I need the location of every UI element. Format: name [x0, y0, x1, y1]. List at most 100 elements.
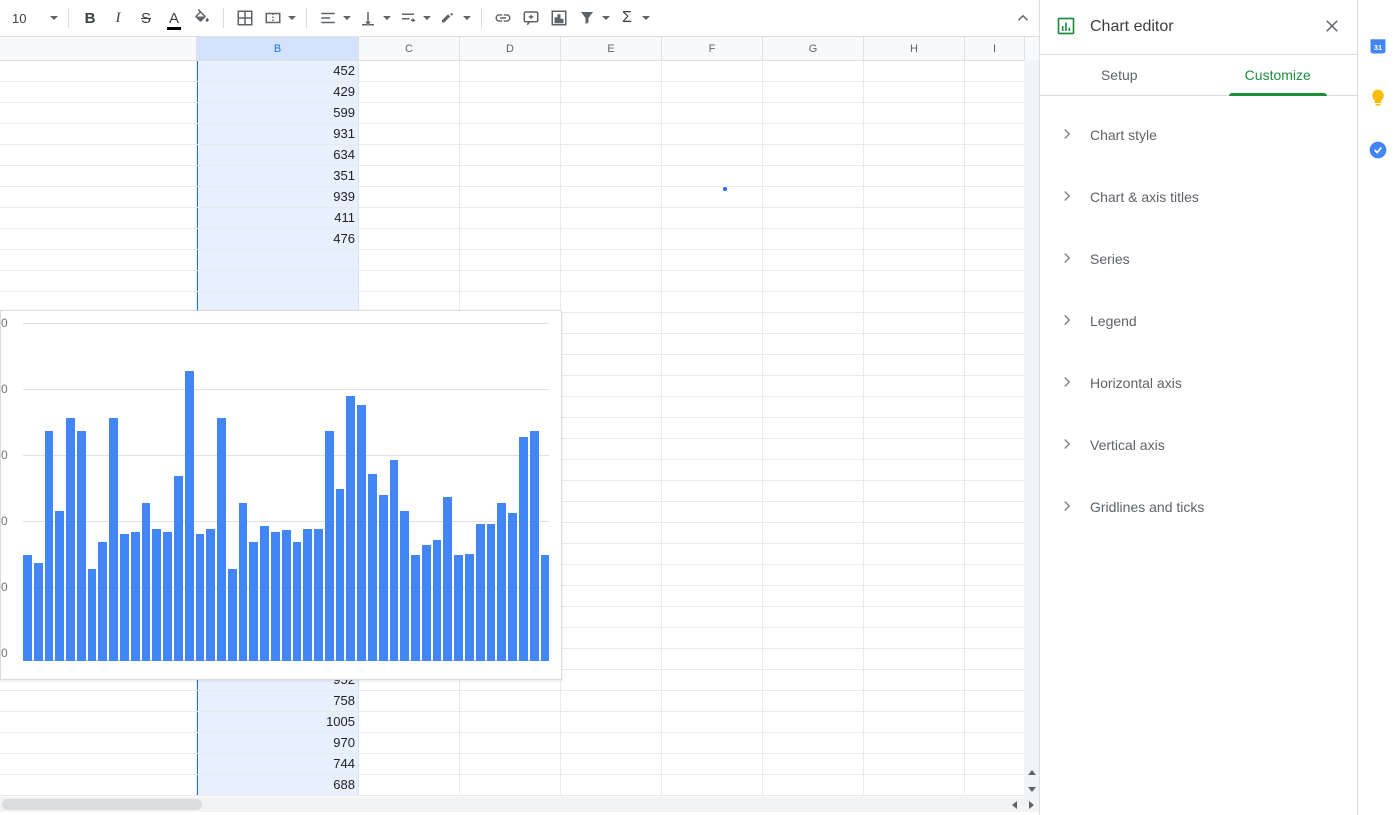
cell[interactable] — [662, 586, 763, 606]
cell[interactable] — [965, 691, 1025, 711]
cell[interactable] — [965, 586, 1025, 606]
functions-button[interactable]: Σ — [614, 5, 640, 31]
cell[interactable] — [864, 460, 965, 480]
cell[interactable] — [662, 334, 763, 354]
cell[interactable] — [561, 208, 662, 228]
cell[interactable] — [763, 355, 864, 375]
cell[interactable] — [359, 145, 460, 165]
hscroll-thumb[interactable] — [2, 799, 202, 810]
fillcolor-button[interactable] — [189, 5, 215, 31]
cell[interactable]: 351 — [197, 166, 359, 186]
scroll-down-icon[interactable] — [1024, 781, 1039, 797]
col-header-h[interactable]: H — [864, 37, 965, 60]
cell[interactable] — [561, 523, 662, 543]
cell[interactable] — [763, 418, 864, 438]
cell[interactable] — [864, 271, 965, 291]
cell[interactable]: 758 — [197, 691, 359, 711]
cell[interactable] — [0, 82, 197, 102]
cell[interactable] — [460, 271, 561, 291]
cell[interactable] — [662, 124, 763, 144]
cell[interactable] — [864, 355, 965, 375]
cell[interactable] — [561, 691, 662, 711]
cell[interactable] — [460, 250, 561, 270]
cell[interactable] — [561, 712, 662, 732]
cell[interactable] — [763, 670, 864, 690]
functions-dropdown[interactable] — [642, 13, 652, 23]
cell[interactable] — [561, 754, 662, 774]
cell[interactable] — [662, 271, 763, 291]
cell[interactable] — [864, 124, 965, 144]
cell[interactable] — [864, 313, 965, 333]
cell[interactable] — [561, 607, 662, 627]
cell[interactable] — [864, 61, 965, 81]
cell[interactable] — [561, 460, 662, 480]
cell[interactable] — [864, 670, 965, 690]
rotate-dropdown[interactable] — [463, 13, 473, 23]
cell[interactable] — [460, 145, 561, 165]
cell[interactable] — [662, 670, 763, 690]
cell[interactable] — [763, 61, 864, 81]
cell[interactable] — [965, 439, 1025, 459]
link-button[interactable] — [490, 5, 516, 31]
italic-button[interactable]: I — [105, 5, 131, 31]
cell[interactable] — [460, 292, 561, 312]
cell[interactable] — [662, 166, 763, 186]
cell[interactable]: 688 — [197, 775, 359, 795]
cell[interactable]: 744 — [197, 754, 359, 774]
cell[interactable] — [0, 187, 197, 207]
cell[interactable] — [359, 775, 460, 795]
cell[interactable] — [763, 649, 864, 669]
cell[interactable] — [763, 607, 864, 627]
cell[interactable] — [460, 229, 561, 249]
cell[interactable] — [460, 712, 561, 732]
col-header-g[interactable]: G — [763, 37, 864, 60]
wrap-button[interactable] — [395, 5, 421, 31]
cell[interactable] — [965, 460, 1025, 480]
cell[interactable] — [864, 523, 965, 543]
cell[interactable] — [561, 229, 662, 249]
cell[interactable] — [864, 439, 965, 459]
cell[interactable]: 476 — [197, 229, 359, 249]
accordion-gridlines-and-ticks[interactable]: Gridlines and ticks — [1040, 476, 1357, 538]
cell[interactable] — [561, 586, 662, 606]
cell[interactable] — [864, 691, 965, 711]
cell[interactable] — [561, 250, 662, 270]
cell[interactable] — [359, 754, 460, 774]
spreadsheet-grid[interactable]: BCDEFGHI 4524295999316343519394114764504… — [0, 36, 1039, 797]
cell[interactable] — [965, 145, 1025, 165]
cell[interactable] — [662, 502, 763, 522]
cell[interactable] — [965, 628, 1025, 648]
filter-button[interactable] — [574, 5, 600, 31]
accordion-horizontal-axis[interactable]: Horizontal axis — [1040, 352, 1357, 414]
cell[interactable] — [763, 82, 864, 102]
cell[interactable]: 452 — [197, 61, 359, 81]
cell[interactable] — [864, 292, 965, 312]
borders-button[interactable] — [232, 5, 258, 31]
wrap-dropdown[interactable] — [423, 13, 433, 23]
cell[interactable] — [763, 208, 864, 228]
cell[interactable] — [763, 397, 864, 417]
cell[interactable] — [763, 334, 864, 354]
cell[interactable] — [965, 103, 1025, 123]
cell[interactable] — [0, 691, 197, 711]
cell[interactable] — [662, 418, 763, 438]
cell[interactable] — [864, 166, 965, 186]
cell[interactable] — [864, 334, 965, 354]
cell[interactable] — [864, 586, 965, 606]
cell[interactable] — [359, 187, 460, 207]
cell[interactable] — [662, 355, 763, 375]
cell[interactable] — [662, 754, 763, 774]
cell[interactable] — [662, 733, 763, 753]
cell[interactable] — [965, 292, 1025, 312]
cell[interactable] — [561, 418, 662, 438]
cell[interactable] — [0, 775, 197, 795]
cell[interactable] — [864, 250, 965, 270]
scroll-right-icon[interactable] — [1023, 797, 1039, 812]
cell[interactable] — [763, 376, 864, 396]
cell[interactable] — [662, 187, 763, 207]
cell[interactable] — [965, 565, 1025, 585]
cell[interactable] — [561, 82, 662, 102]
cell[interactable] — [662, 523, 763, 543]
cell[interactable] — [864, 481, 965, 501]
cell[interactable] — [965, 61, 1025, 81]
